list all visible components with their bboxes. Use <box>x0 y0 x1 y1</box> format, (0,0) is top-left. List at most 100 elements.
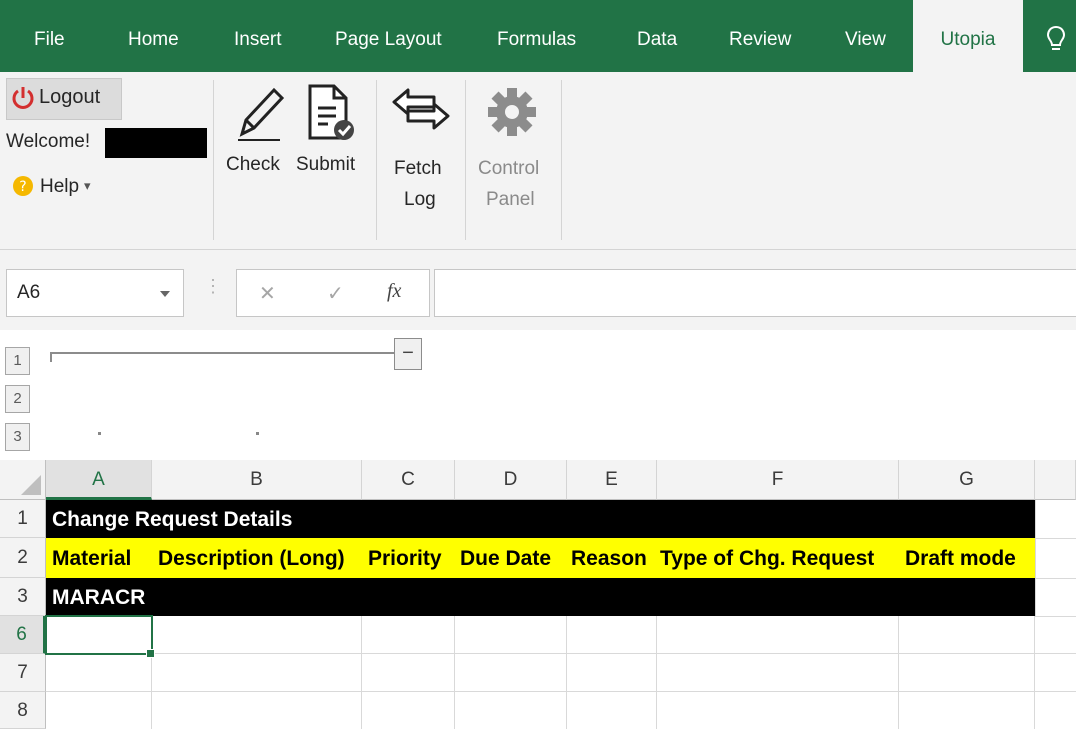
table-row: MARACR <box>46 578 1035 616</box>
column-header-e[interactable]: E <box>567 460 657 500</box>
column-header-b[interactable]: B <box>152 460 362 500</box>
column-header-d[interactable]: D <box>455 460 567 500</box>
row-header-6[interactable]: 6 <box>0 616 46 654</box>
gridline <box>46 653 1076 654</box>
fetch-log-label-line2: Log <box>404 189 436 210</box>
row-header-1[interactable]: 1 <box>0 500 46 538</box>
cell-a2[interactable]: Material <box>52 547 131 571</box>
cell-f2[interactable]: Type of Chg. Request <box>660 547 874 571</box>
row-header-3[interactable]: 3 <box>0 578 46 616</box>
tab-utopia[interactable]: Utopia <box>913 0 1023 72</box>
outline-level-3-button[interactable]: 3 <box>5 423 30 451</box>
check-label: Check <box>226 154 280 175</box>
ribbon-group-separator <box>561 80 562 240</box>
exchange-arrows-icon <box>390 84 452 134</box>
help-label: Help <box>40 176 80 197</box>
gridline <box>898 616 899 729</box>
ribbon-body: Logout Welcome! ? Help ▾ Check Submit Fe… <box>0 72 1076 250</box>
gridline <box>1034 616 1035 729</box>
check-button[interactable]: Check <box>222 78 292 188</box>
control-panel-label-line1: Control <box>478 158 540 179</box>
column-h-cells[interactable] <box>1035 500 1076 616</box>
outline-area: 1 2 3 − <box>0 330 1076 460</box>
outline-dot <box>256 432 259 435</box>
column-header-c[interactable]: C <box>362 460 455 500</box>
cancel-icon[interactable]: ✕ <box>259 281 276 306</box>
gridline <box>454 616 455 729</box>
column-header-h[interactable] <box>1035 460 1076 500</box>
outline-dot <box>98 432 101 435</box>
control-panel-button[interactable]: Control Panel <box>472 78 558 218</box>
formula-bar-area: A6 ⋮ ✕ ✓ fx <box>0 250 1076 330</box>
document-check-icon <box>302 82 358 144</box>
submit-label: Submit <box>296 154 356 175</box>
tab-home[interactable]: Home <box>128 0 179 72</box>
gridline <box>361 616 362 729</box>
submit-button[interactable]: Submit <box>292 78 368 188</box>
ribbon-group-separator <box>465 80 466 240</box>
outline-level-2-button[interactable]: 2 <box>5 385 30 413</box>
formula-bar-grip-icon: ⋮ <box>204 276 222 296</box>
cell-e2[interactable]: Reason <box>571 547 647 571</box>
gear-icon <box>484 84 540 140</box>
help-icon: ? <box>12 175 34 197</box>
outline-level-1-button[interactable]: 1 <box>5 347 30 375</box>
fill-handle[interactable] <box>146 649 155 658</box>
tab-data[interactable]: Data <box>637 0 677 72</box>
gridline <box>1035 538 1076 539</box>
tab-file[interactable]: File <box>34 0 65 72</box>
control-panel-label-line2: Panel <box>486 189 535 210</box>
column-header-a[interactable]: A <box>46 460 152 500</box>
logout-label: Logout <box>39 86 101 108</box>
cell-d2[interactable]: Due Date <box>460 547 551 571</box>
gridline <box>1035 616 1076 617</box>
cell-g2[interactable]: Draft mode <box>905 547 1016 571</box>
fetch-log-button[interactable]: Fetch Log <box>384 78 460 218</box>
gridline <box>46 691 1076 692</box>
table-row: Material Description (Long) Priority Due… <box>46 538 1035 578</box>
name-box[interactable]: A6 <box>6 269 184 317</box>
tab-view[interactable]: View <box>845 0 886 72</box>
selected-cell-a6[interactable] <box>45 615 153 655</box>
formula-input[interactable] <box>434 269 1076 317</box>
insert-function-icon[interactable]: fx <box>387 280 401 303</box>
chevron-down-icon[interactable] <box>159 286 171 297</box>
cell-a1[interactable]: Change Request Details <box>52 508 292 532</box>
cell-a3[interactable]: MARACR <box>52 586 145 610</box>
svg-text:?: ? <box>19 179 26 195</box>
cell-c2[interactable]: Priority <box>368 547 442 571</box>
enter-icon[interactable]: ✓ <box>327 281 344 306</box>
table-row: Change Request Details <box>46 500 1035 538</box>
ribbon-group-separator <box>376 80 377 240</box>
gridline <box>656 616 657 729</box>
help-dropdown-caret: ▾ <box>84 178 91 193</box>
outline-collapse-button[interactable]: − <box>394 338 422 370</box>
fetch-log-label-line1: Fetch <box>394 158 442 179</box>
outline-group-bar <box>50 352 394 354</box>
column-header-f[interactable]: F <box>657 460 899 500</box>
cell-b2[interactable]: Description (Long) <box>158 547 345 571</box>
row-header-7[interactable]: 7 <box>0 654 46 692</box>
column-header-g[interactable]: G <box>899 460 1035 500</box>
tab-page-layout[interactable]: Page Layout <box>335 0 442 72</box>
gridline <box>1035 578 1076 579</box>
pencil-icon <box>230 80 286 144</box>
welcome-label: Welcome! <box>6 131 91 152</box>
lightbulb-icon[interactable] <box>1044 24 1068 54</box>
tab-review[interactable]: Review <box>729 0 791 72</box>
ribbon-tab-bar: File Home Insert Page Layout Formulas Da… <box>0 0 1076 72</box>
help-button[interactable]: ? Help ▾ <box>8 170 118 204</box>
formula-actions: ✕ ✓ fx <box>236 269 430 317</box>
redacted-username <box>105 128 207 158</box>
empty-grid-area[interactable] <box>46 616 1076 729</box>
row-header-2[interactable]: 2 <box>0 538 46 578</box>
select-all-corner[interactable] <box>0 460 46 500</box>
name-box-value: A6 <box>17 282 41 303</box>
tab-insert[interactable]: Insert <box>234 0 282 72</box>
logout-button[interactable]: Logout <box>6 78 122 120</box>
ribbon-group-separator <box>213 80 214 240</box>
row-header-8[interactable]: 8 <box>0 692 46 729</box>
tab-formulas[interactable]: Formulas <box>497 0 576 72</box>
outline-group-bar-start <box>50 352 52 362</box>
gridline <box>566 616 567 729</box>
